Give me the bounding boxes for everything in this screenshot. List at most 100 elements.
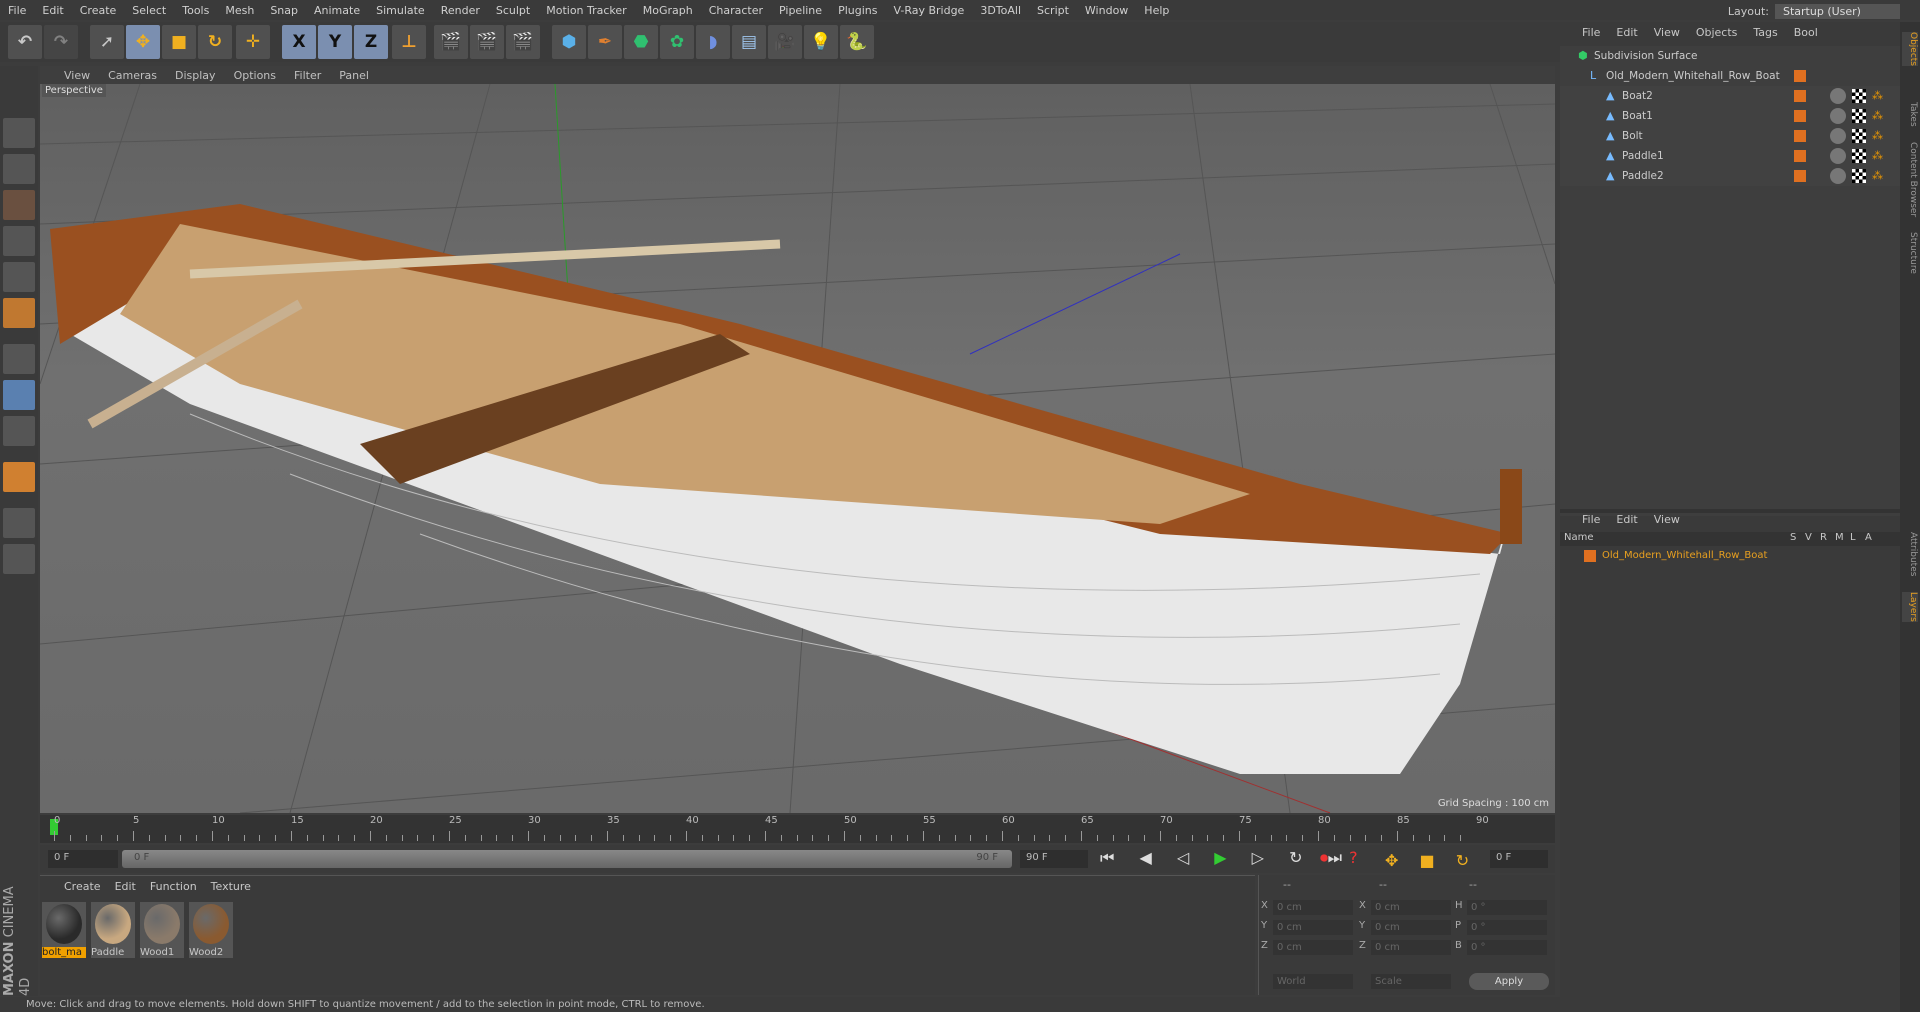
menu-snap[interactable]: Snap: [262, 4, 306, 17]
menu-v-ray-bridge[interactable]: V-Ray Bridge: [885, 4, 972, 17]
objects-menu-objects[interactable]: Objects: [1696, 26, 1738, 39]
coordinate-system-icon[interactable]: ⊥: [392, 25, 426, 59]
menu-sculpt[interactable]: Sculpt: [488, 4, 538, 17]
menu-simulate[interactable]: Simulate: [368, 4, 433, 17]
layers-col-r[interactable]: R: [1820, 532, 1827, 543]
phong-tag-icon[interactable]: ⁂: [1872, 86, 1883, 106]
menu-edit[interactable]: Edit: [34, 4, 71, 17]
viewport-menu-cameras[interactable]: Cameras: [108, 69, 157, 82]
scale-tool-icon[interactable]: ■: [162, 25, 196, 59]
select-tool-icon[interactable]: ➚: [90, 25, 124, 59]
menu-window[interactable]: Window: [1077, 4, 1136, 17]
menu-pipeline[interactable]: Pipeline: [771, 4, 830, 17]
y-axis-button[interactable]: Y: [318, 25, 352, 59]
layer-row[interactable]: Old_Modern_Whitehall_Row_Boat: [1560, 546, 1900, 566]
points-mode-icon[interactable]: [3, 226, 35, 256]
texture-mode-icon[interactable]: [3, 154, 35, 184]
tweak-icon[interactable]: [3, 380, 35, 410]
object-row[interactable]: ⬢ Subdivision Surface: [1560, 46, 1900, 66]
tab-attributes[interactable]: Attributes: [1902, 532, 1918, 576]
workplane-icon[interactable]: [3, 190, 35, 220]
add-tool-icon[interactable]: ✛: [236, 25, 270, 59]
tab-objects[interactable]: Objects: [1902, 32, 1918, 67]
lock-workplane-icon[interactable]: [3, 508, 35, 538]
object-row[interactable]: L Old_Modern_Whitehall_Row_Boat: [1560, 66, 1900, 86]
uvw-tag-icon[interactable]: [1852, 109, 1866, 123]
menu-animate[interactable]: Animate: [306, 4, 368, 17]
objects-menu-file[interactable]: File: [1582, 26, 1600, 39]
timeline-ruler[interactable]: 0 5 10 15 20 25 30 35 40 45 50 55 60 65 70 75 80 85 90: [40, 815, 1555, 843]
camera-icon[interactable]: 🎥: [768, 25, 802, 59]
material-swatch[interactable]: Paddle: [91, 902, 135, 958]
current-frame-field[interactable]: 0 F: [48, 850, 118, 868]
menu-create[interactable]: Create: [72, 4, 125, 17]
layers-menu-file[interactable]: File: [1582, 513, 1600, 526]
undo-button[interactable]: ↶: [8, 25, 42, 59]
uvw-tag-icon[interactable]: [1852, 149, 1866, 163]
layers-col-m[interactable]: M: [1835, 532, 1844, 543]
viewport-menu-view[interactable]: View: [64, 69, 90, 82]
menu-select[interactable]: Select: [124, 4, 174, 17]
material-menu-edit[interactable]: Edit: [115, 880, 136, 893]
snap-icon[interactable]: [3, 416, 35, 446]
objects-menu-view[interactable]: View: [1654, 26, 1680, 39]
end-frame-field[interactable]: 90 F: [1020, 850, 1088, 868]
world-dropdown[interactable]: World: [1273, 974, 1353, 989]
coord-field-z[interactable]: 0 cm: [1371, 940, 1451, 955]
move-tool-icon[interactable]: ✥: [126, 25, 160, 59]
uvw-tag-icon[interactable]: [1852, 129, 1866, 143]
menu-plugins[interactable]: Plugins: [830, 4, 885, 17]
coord-field-x[interactable]: 0 cm: [1273, 900, 1353, 915]
scale-dropdown[interactable]: Scale: [1371, 974, 1451, 989]
menu-render[interactable]: Render: [433, 4, 488, 17]
object-row[interactable]: ▲ Paddle1 ⁂: [1560, 146, 1900, 166]
material-swatch[interactable]: bolt_ma: [42, 902, 86, 958]
viewport[interactable]: Perspective Grid Spacing : 100 cm ✥ ⇕ ⟳ …: [40, 84, 1555, 813]
tab-takes[interactable]: Takes: [1902, 102, 1918, 127]
x-axis-button[interactable]: X: [282, 25, 316, 59]
viewport-menu-panel[interactable]: Panel: [339, 69, 369, 82]
layer-color-swatch[interactable]: [1794, 130, 1806, 142]
layer-color-swatch[interactable]: [1794, 110, 1806, 122]
material-tag-icon[interactable]: [1830, 168, 1846, 184]
layers-col-l[interactable]: L: [1850, 532, 1856, 543]
menu-motion-tracker[interactable]: Motion Tracker: [538, 4, 634, 17]
layers-col-v[interactable]: V: [1805, 532, 1812, 543]
transport-buttons[interactable]: ⏮ ◀ ◁ ▶ ▷ ↻ ⏭: [1100, 848, 1352, 868]
grid-icon[interactable]: [3, 544, 35, 574]
material-tag-icon[interactable]: [1830, 128, 1846, 144]
menu-3dtoall[interactable]: 3DToAll: [972, 4, 1029, 17]
coord-field-p[interactable]: 0 °: [1467, 920, 1547, 935]
rotate-tool-icon[interactable]: ↻: [198, 25, 232, 59]
material-menu-create[interactable]: Create: [64, 880, 101, 893]
layer-color-swatch[interactable]: [1794, 150, 1806, 162]
object-row[interactable]: ▲ Boat2 ⁂: [1560, 86, 1900, 106]
tab-layers[interactable]: Layers: [1902, 592, 1918, 622]
floor-icon[interactable]: ▤: [732, 25, 766, 59]
coord-field-x[interactable]: 0 cm: [1371, 900, 1451, 915]
material-tag-icon[interactable]: [1830, 148, 1846, 164]
frame-range-slider[interactable]: 0 F 90 F: [122, 850, 1012, 868]
menu-script[interactable]: Script: [1029, 4, 1077, 17]
layers-col-a[interactable]: A: [1865, 532, 1872, 543]
uvw-tag-icon[interactable]: [1852, 89, 1866, 103]
material-tag-icon[interactable]: [1830, 88, 1846, 104]
subdivision-icon[interactable]: ⬣: [624, 25, 658, 59]
menu-tools[interactable]: Tools: [174, 4, 217, 17]
layers-menu-view[interactable]: View: [1654, 513, 1680, 526]
layers-menu-edit[interactable]: Edit: [1616, 513, 1637, 526]
right-frame-field[interactable]: 0 F: [1490, 850, 1548, 868]
material-swatch[interactable]: Wood1: [140, 902, 184, 958]
layer-color-swatch[interactable]: [1794, 170, 1806, 182]
pen-icon[interactable]: ✒: [588, 25, 622, 59]
layer-color-swatch[interactable]: [1794, 70, 1806, 82]
menu-mograph[interactable]: MoGraph: [635, 4, 701, 17]
redo-button[interactable]: ↷: [44, 25, 78, 59]
tab-structure[interactable]: Structure: [1902, 232, 1918, 274]
material-swatch[interactable]: Wood2: [189, 902, 233, 958]
magnet-icon[interactable]: [3, 462, 35, 492]
record-buttons[interactable]: ⏺ ?: [1320, 848, 1366, 868]
objects-menu-tags[interactable]: Tags: [1753, 26, 1777, 39]
model-mode-icon[interactable]: [3, 118, 35, 148]
python-icon[interactable]: 🐍: [840, 25, 874, 59]
